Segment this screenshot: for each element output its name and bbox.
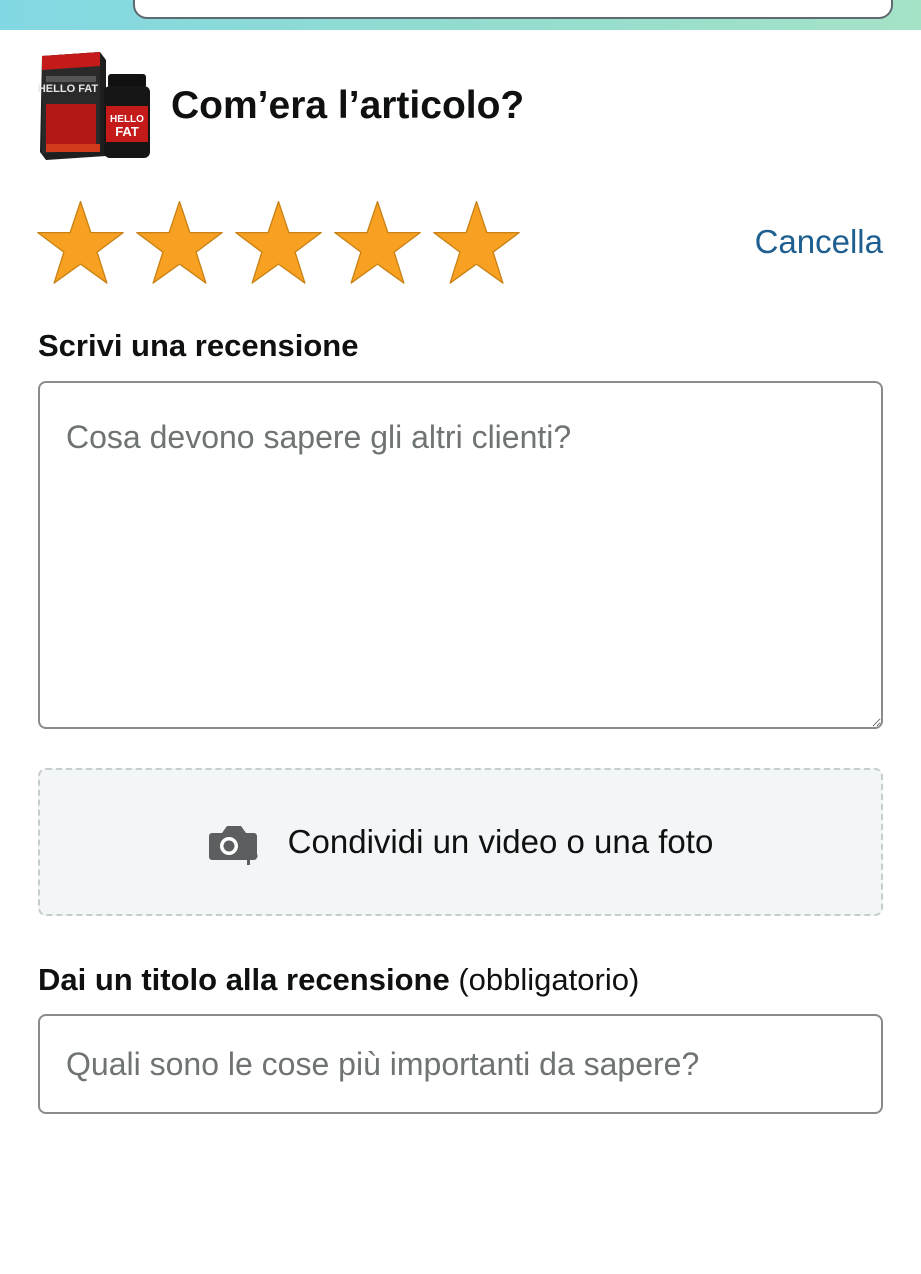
review-textarea[interactable] xyxy=(38,381,883,729)
star-rating[interactable] xyxy=(36,199,521,287)
star-3-icon[interactable] xyxy=(234,199,323,287)
review-section-label: Scrivi una recensione xyxy=(38,328,359,363)
clear-rating-link[interactable]: Cancella xyxy=(755,222,883,262)
page-question-title: Com’era l’articolo? xyxy=(171,84,525,127)
share-media-button[interactable]: Condividi un video o una foto xyxy=(38,768,883,916)
product-brand-text-box: HELLO FAT xyxy=(38,83,98,95)
search-bar[interactable] xyxy=(133,0,893,19)
product-image: HELLO FAT HELLO FAT xyxy=(38,52,150,160)
title-section-label: Dai un titolo alla recensione (obbligato… xyxy=(38,960,639,1000)
share-media-label: Condividi un video o una foto xyxy=(287,823,714,860)
review-title-input[interactable] xyxy=(38,1014,883,1114)
required-note: (obbligatorio) xyxy=(458,962,640,997)
star-2-icon[interactable] xyxy=(135,199,224,287)
title-label-text: Dai un titolo alla recensione xyxy=(38,962,450,997)
star-4-icon[interactable] xyxy=(333,199,422,287)
star-5-icon[interactable] xyxy=(432,199,521,287)
app-header-bar xyxy=(0,0,921,30)
svg-text:FAT: FAT xyxy=(115,124,139,139)
camera-plus-icon xyxy=(208,826,258,865)
star-1-icon[interactable] xyxy=(36,199,125,287)
